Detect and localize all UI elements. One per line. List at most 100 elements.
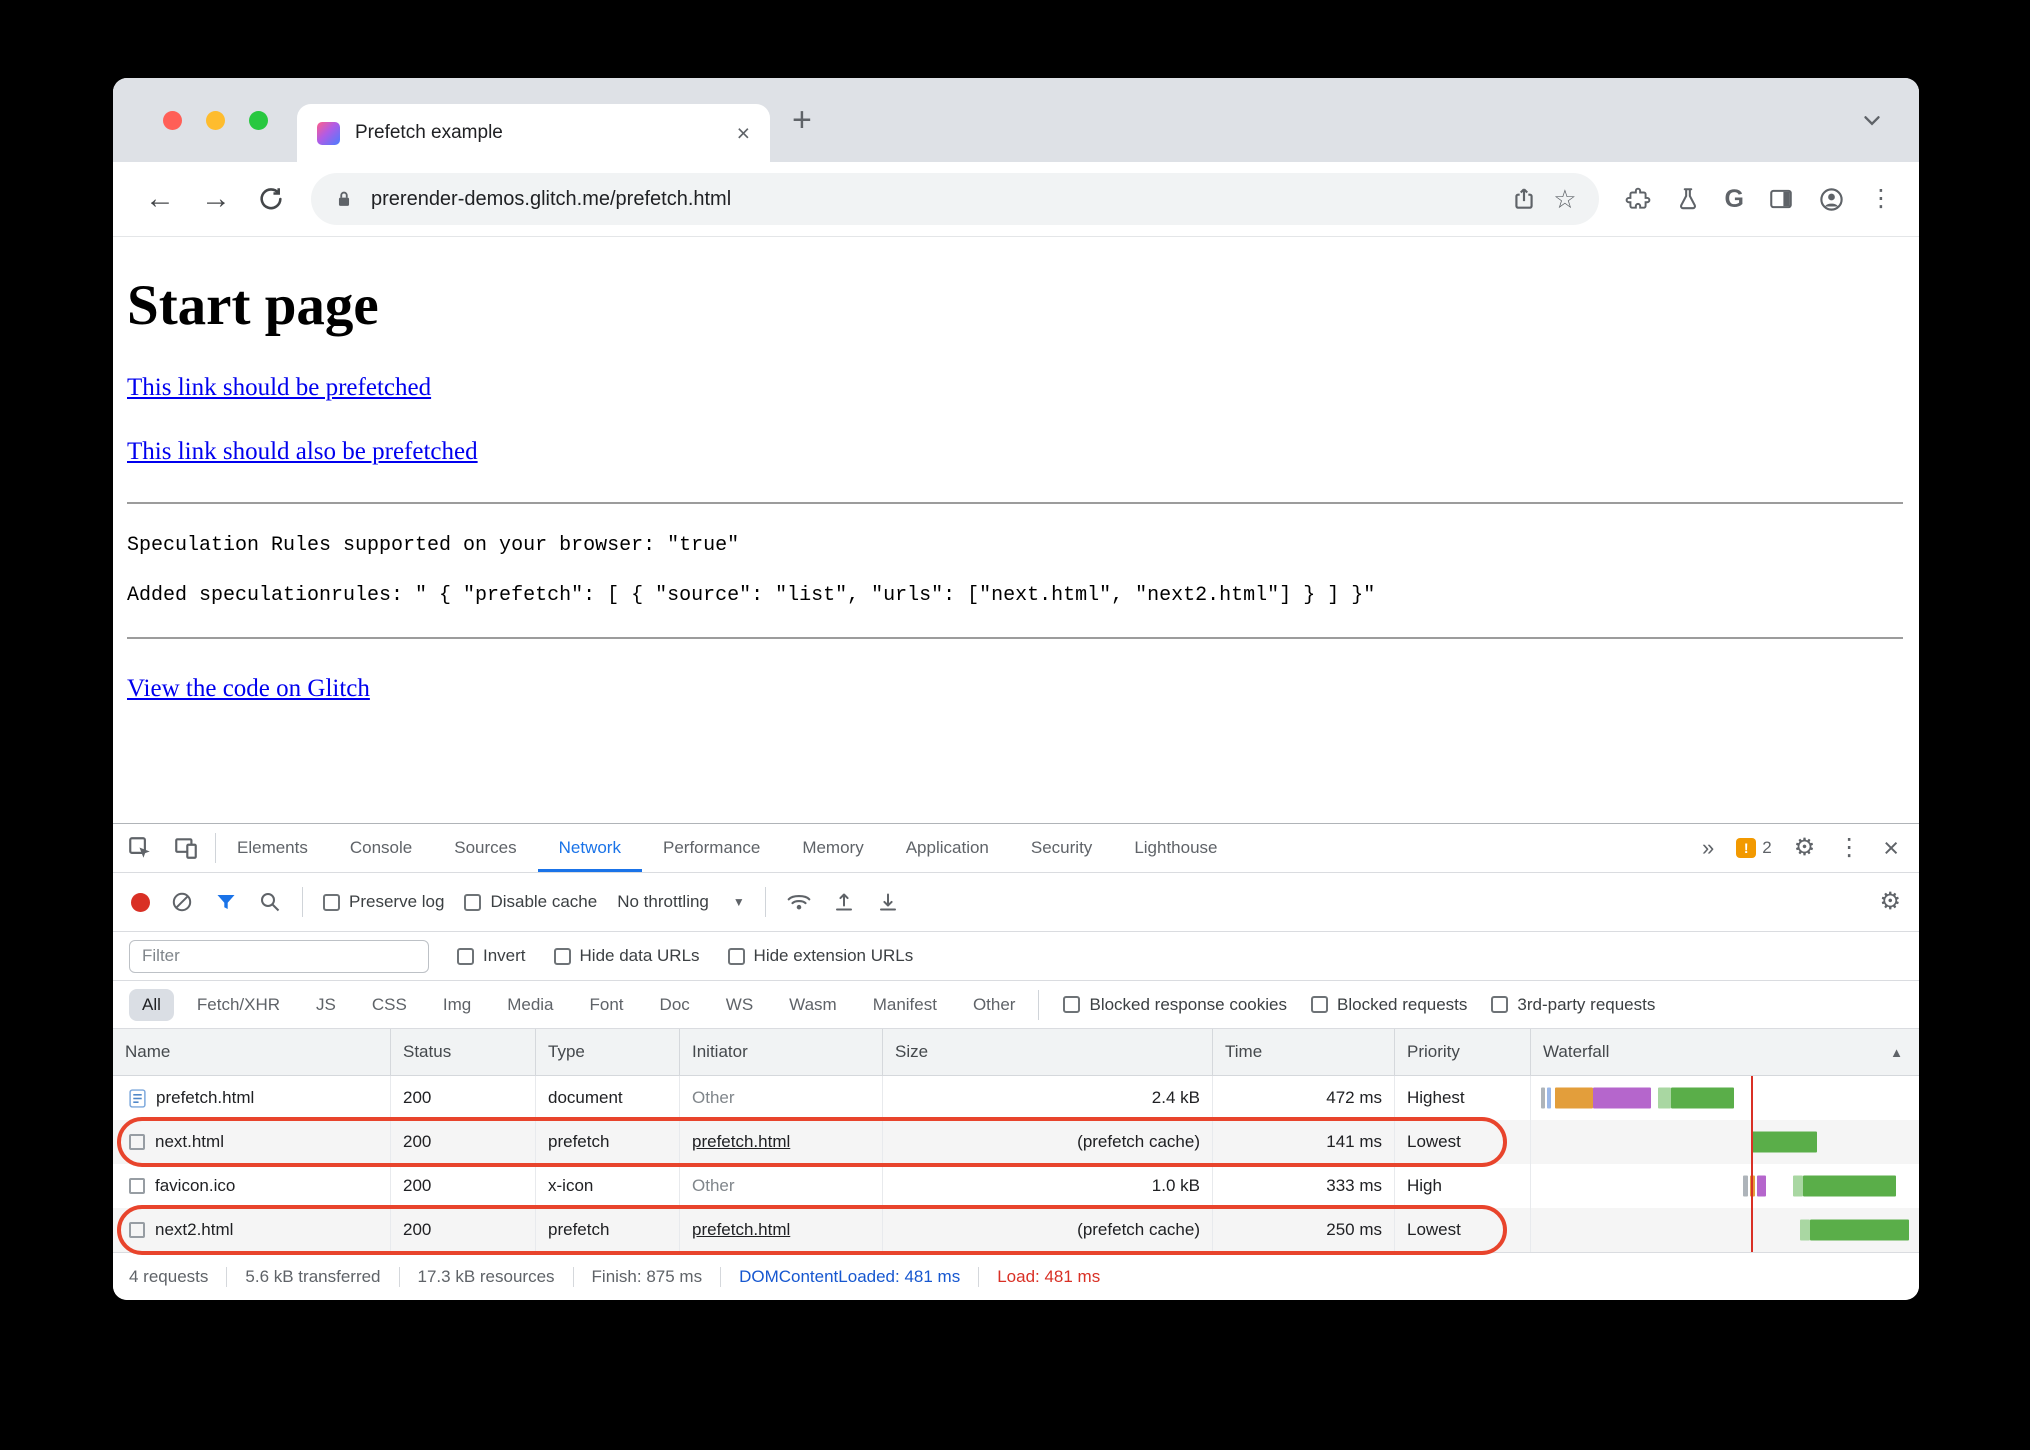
more-tabs-icon[interactable]: » [1702,835,1714,861]
network-toolbar: Preserve log Disable cache No throttling… [113,873,1919,932]
import-har-icon[interactable] [832,890,856,914]
extensions-puzzle-icon[interactable] [1625,186,1651,212]
column-header-type[interactable]: Type [536,1029,680,1075]
maximize-window-button[interactable] [249,110,268,130]
search-icon[interactable] [258,890,282,914]
clear-network-log-icon[interactable] [170,890,194,914]
record-network-log-button[interactable] [131,892,150,912]
omnibox[interactable]: prerender-demos.glitch.me/prefetch.html … [311,173,1599,225]
side-panel-icon[interactable] [1768,186,1794,212]
request-name[interactable]: next2.html [155,1220,233,1240]
hide-data-urls-checkbox[interactable]: Hide data URLs [553,946,700,966]
request-name[interactable]: favicon.ico [155,1176,235,1196]
load-event-line [1751,1076,1753,1252]
filter-chip-wasm[interactable]: Wasm [776,989,850,1021]
hide-extension-urls-label: Hide extension URLs [753,946,914,965]
devtools-tab-application[interactable]: Application [885,824,1010,872]
filter-chip-doc[interactable]: Doc [647,989,703,1021]
reload-button[interactable] [257,185,285,213]
hide-extension-urls-checkbox[interactable]: Hide extension URLs [727,946,914,966]
chrome-labs-flask-icon[interactable] [1675,186,1701,212]
table-row-favicon-ico[interactable]: favicon.ico 200 x-icon Other 1.0 kB 333 … [113,1164,1919,1208]
prefetch-link-2[interactable]: This link should also be prefetched [127,438,478,465]
devtools-settings-gear-icon[interactable]: ⚙ [1794,836,1816,860]
bookmark-star-icon[interactable]: ☆ [1553,186,1576,212]
lock-icon[interactable] [333,188,355,210]
column-header-name[interactable]: Name [113,1029,391,1075]
filter-chip-media[interactable]: Media [494,989,566,1021]
column-header-waterfall[interactable]: Waterfall ▲ [1531,1029,1919,1075]
column-header-priority[interactable]: Priority [1395,1029,1531,1075]
filter-chip-manifest[interactable]: Manifest [860,989,950,1021]
filter-funnel-icon[interactable] [214,890,238,914]
waterfall-cell[interactable] [1531,1164,1919,1208]
throttling-dropdown[interactable]: No throttling ▼ [617,892,745,912]
devtools-tab-network[interactable]: Network [538,824,642,872]
table-row-next-html[interactable]: next.html 200 prefetch prefetch.html (pr… [113,1120,1919,1164]
third-party-requests-checkbox[interactable]: 3rd-party requests [1491,995,1655,1015]
devtools-tab-security[interactable]: Security [1010,824,1113,872]
waterfall-cell[interactable] [1531,1208,1919,1252]
devtools-tab-lighthouse[interactable]: Lighthouse [1113,824,1238,872]
sort-ascending-icon[interactable]: ▲ [1890,1045,1907,1060]
tab-close-icon[interactable]: × [737,121,750,145]
disable-cache-checkbox[interactable]: Disable cache [464,892,597,912]
share-icon[interactable] [1511,186,1537,212]
url-text[interactable]: prerender-demos.glitch.me/prefetch.html [371,188,1495,211]
preserve-log-checkbox[interactable]: Preserve log [323,892,444,912]
devtools-close-icon[interactable]: × [1883,834,1899,862]
prefetch-link-1[interactable]: This link should be prefetched [127,374,431,401]
devtools-tab-console[interactable]: Console [329,824,433,872]
column-header-status[interactable]: Status [391,1029,536,1075]
glitch-code-link[interactable]: View the code on Glitch [127,675,370,702]
filter-chip-img[interactable]: Img [430,989,484,1021]
speculation-support-text: Speculation Rules supported on your brow… [127,534,740,557]
network-settings-gear-icon[interactable]: ⚙ [1879,890,1901,914]
device-toolbar-icon[interactable] [173,835,199,861]
forward-button[interactable]: → [201,184,231,214]
profile-avatar-icon[interactable] [1818,186,1845,213]
filter-chip-other[interactable]: Other [960,989,1029,1021]
disable-cache-label: Disable cache [490,892,598,911]
back-button[interactable]: ← [145,184,175,214]
waterfall-cell[interactable] [1531,1120,1919,1164]
filter-input[interactable] [129,939,429,973]
google-g-icon[interactable]: G [1725,185,1744,214]
browser-menu-kebab-icon[interactable]: ⋮ [1869,187,1893,211]
blocked-response-cookies-checkbox[interactable]: Blocked response cookies [1063,995,1287,1015]
request-name[interactable]: prefetch.html [156,1088,254,1108]
filter-chip-all[interactable]: All [129,988,174,1021]
waterfall-cell[interactable] [1531,1076,1919,1120]
tab-search-chevron-icon[interactable] [1859,107,1885,133]
filter-chip-js[interactable]: JS [303,989,349,1021]
blocked-requests-checkbox[interactable]: Blocked requests [1311,995,1467,1015]
export-har-icon[interactable] [876,890,900,914]
filter-chip-css[interactable]: CSS [359,989,420,1021]
request-initiator-link[interactable]: prefetch.html [692,1220,790,1240]
table-row-prefetch-html[interactable]: prefetch.html 200 document Other 2.4 kB … [113,1076,1919,1120]
devtools-tab-memory[interactable]: Memory [781,824,884,872]
filter-chip-fetch-xhr[interactable]: Fetch/XHR [184,989,293,1021]
close-window-button[interactable] [163,110,182,130]
invert-checkbox[interactable]: Invert [457,946,526,966]
browser-tab[interactable]: Prefetch example × [297,104,770,162]
devtools-tab-performance[interactable]: Performance [642,824,781,872]
column-header-time[interactable]: Time [1213,1029,1395,1075]
table-row-next2-html[interactable]: next2.html 200 prefetch prefetch.html (p… [113,1208,1919,1252]
network-conditions-wifi-icon[interactable] [786,889,812,915]
filter-chip-font[interactable]: Font [577,989,637,1021]
inspect-element-icon[interactable] [127,835,153,861]
column-header-size[interactable]: Size [883,1029,1213,1075]
request-name[interactable]: next.html [155,1132,224,1152]
minimize-window-button[interactable] [206,110,225,130]
column-header-initiator[interactable]: Initiator [680,1029,883,1075]
devtools-tab-elements[interactable]: Elements [216,824,329,872]
request-initiator-link[interactable]: prefetch.html [692,1132,790,1152]
filter-chip-ws[interactable]: WS [713,989,766,1021]
domcontentloaded-time: DOMContentLoaded: 481 ms [721,1266,980,1287]
devtools-tab-sources[interactable]: Sources [433,824,537,872]
new-tab-button[interactable]: + [792,103,812,137]
devtools-menu-kebab-icon[interactable]: ⋮ [1837,836,1861,860]
issues-warning-badge[interactable]: ! 2 [1736,838,1772,858]
address-bar: ← → prerender-demos.glitch.me/prefetch.h… [113,162,1919,237]
